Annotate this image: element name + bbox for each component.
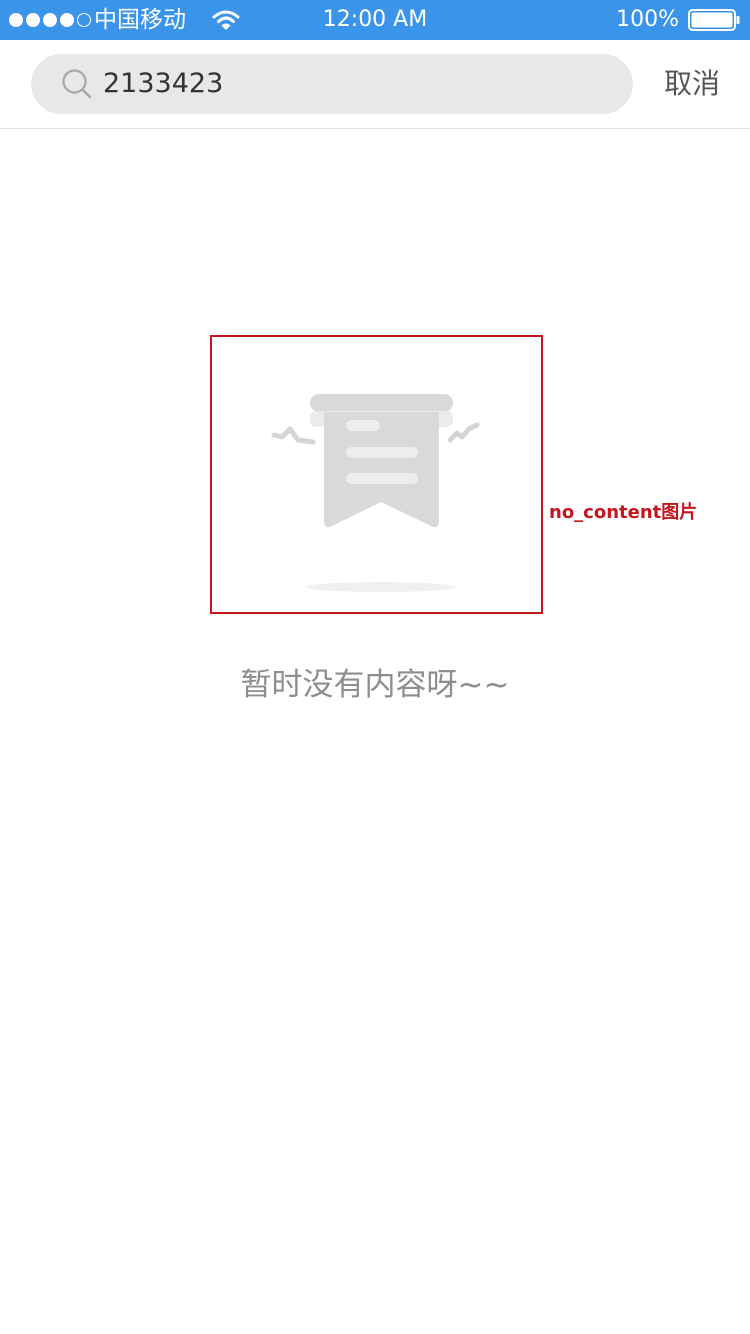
no-content-bookmark-icon xyxy=(271,394,480,592)
search-icon xyxy=(62,69,92,99)
empty-state-message: 暂时没有内容呀~~ xyxy=(240,667,510,703)
search-header: 取消 xyxy=(0,40,750,129)
search-box[interactable] xyxy=(31,54,633,114)
status-bar: 中国移动 12:00 AM 100% xyxy=(0,0,750,40)
annotation-label: no_content图片 xyxy=(549,502,698,523)
no-content-image-frame xyxy=(210,335,543,614)
battery-icon xyxy=(688,9,740,31)
cancel-button[interactable]: 取消 xyxy=(650,60,734,108)
battery-percent: 100% xyxy=(616,7,679,32)
search-input[interactable] xyxy=(103,62,603,106)
